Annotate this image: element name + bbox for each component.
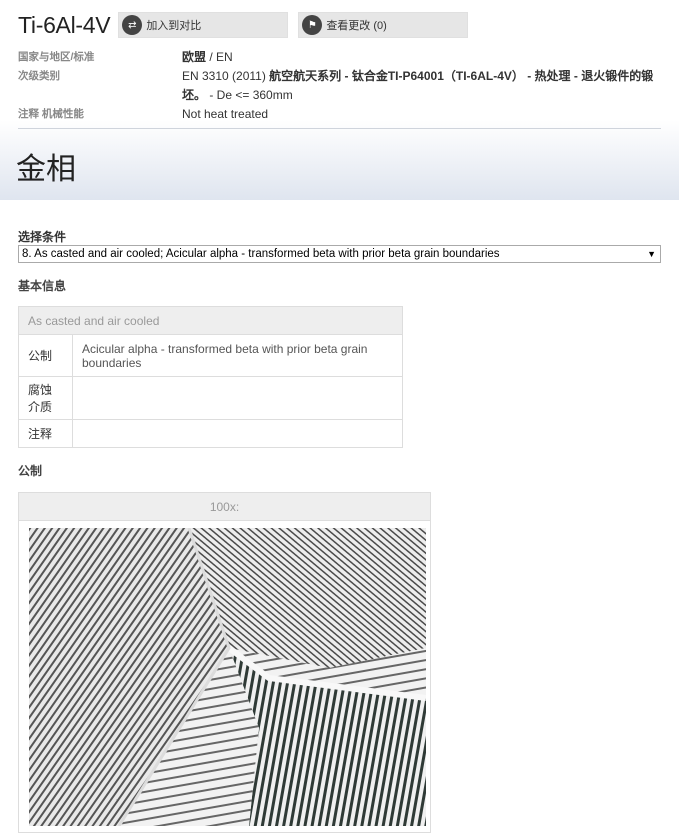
table-header-row: As casted and air cooled [18, 306, 403, 335]
row-key: 注释 [18, 419, 73, 448]
title-row: Ti-6Al-4V ⇄ 加入到对比 ⚑ 查看更改 (0) [18, 0, 661, 38]
subclass-value: EN 3310 (2011) 航空航天系列 - 钛合金TI-P64001（TI-… [182, 67, 661, 105]
subclass-prefix: EN 3310 (2011) [182, 69, 270, 83]
row-value [72, 419, 403, 448]
row-key: 公制 [18, 334, 73, 377]
material-header: Ti-6Al-4V ⇄ 加入到对比 ⚑ 查看更改 (0) 国家与地区/标准 欧盟… [0, 0, 679, 200]
condition-select[interactable]: 8. As casted and air cooled; Acicular al… [18, 245, 661, 263]
subclass-rest: - De <= 360mm [206, 88, 293, 102]
subclass-label: 次级类别 [18, 70, 60, 82]
table-row: 注释 [18, 419, 403, 448]
magnification-label: 100x: [19, 493, 430, 521]
condition-label: 选择条件 [18, 230, 67, 244]
view-changes-label: 查看更改 (0) [326, 20, 387, 32]
region-value-strong: 欧盟 [182, 50, 207, 64]
table-header-cell: As casted and air cooled [18, 306, 403, 335]
micrograph-image [29, 528, 426, 826]
note-value: Not heat treated [182, 107, 269, 121]
row-value [72, 376, 403, 420]
micrograph-title: 公制 [18, 464, 43, 478]
section-title: 金相 [16, 153, 76, 186]
row-key: 腐蚀介质 [18, 376, 73, 420]
table-row: 腐蚀介质 [18, 376, 403, 420]
table-row: 公制 Acicular alpha - transformed beta wit… [18, 334, 403, 377]
condition-selected-value: 8. As casted and air cooled; Acicular al… [22, 248, 500, 260]
region-value-rest: / EN [206, 50, 233, 64]
flag-icon: ⚑ [302, 15, 323, 35]
main-content: 选择条件 8. As casted and air cooled; Acicul… [0, 228, 679, 833]
add-to-compare-button[interactable]: ⇄ 加入到对比 [118, 12, 289, 38]
meta-row-region: 国家与地区/标准 欧盟 / EN [18, 48, 661, 67]
basic-info-table: As casted and air cooled 公制 Acicular alp… [18, 306, 403, 448]
header-divider [18, 128, 661, 129]
region-value: 欧盟 / EN [182, 48, 661, 67]
meta-row-note: 注释 机械性能 Not heat treated [18, 105, 661, 124]
view-changes-button[interactable]: ⚑ 查看更改 (0) [298, 12, 469, 38]
row-value: Acicular alpha - transformed beta with p… [72, 334, 403, 377]
micrograph-panel: 100x: [18, 492, 431, 833]
basic-info-title: 基本信息 [18, 279, 67, 293]
material-meta: 国家与地区/标准 欧盟 / EN 次级类别 EN 3310 (2011) 航空航… [18, 48, 661, 124]
note-label: 注释 机械性能 [18, 108, 84, 120]
meta-row-subclass: 次级类别 EN 3310 (2011) 航空航天系列 - 钛合金TI-P6400… [18, 67, 661, 105]
region-label: 国家与地区/标准 [18, 51, 95, 63]
material-title: Ti-6Al-4V [18, 11, 111, 38]
dropdown-arrow-icon: ▼ [647, 249, 656, 259]
compare-icon: ⇄ [122, 15, 143, 35]
add-to-compare-label: 加入到对比 [146, 20, 202, 32]
